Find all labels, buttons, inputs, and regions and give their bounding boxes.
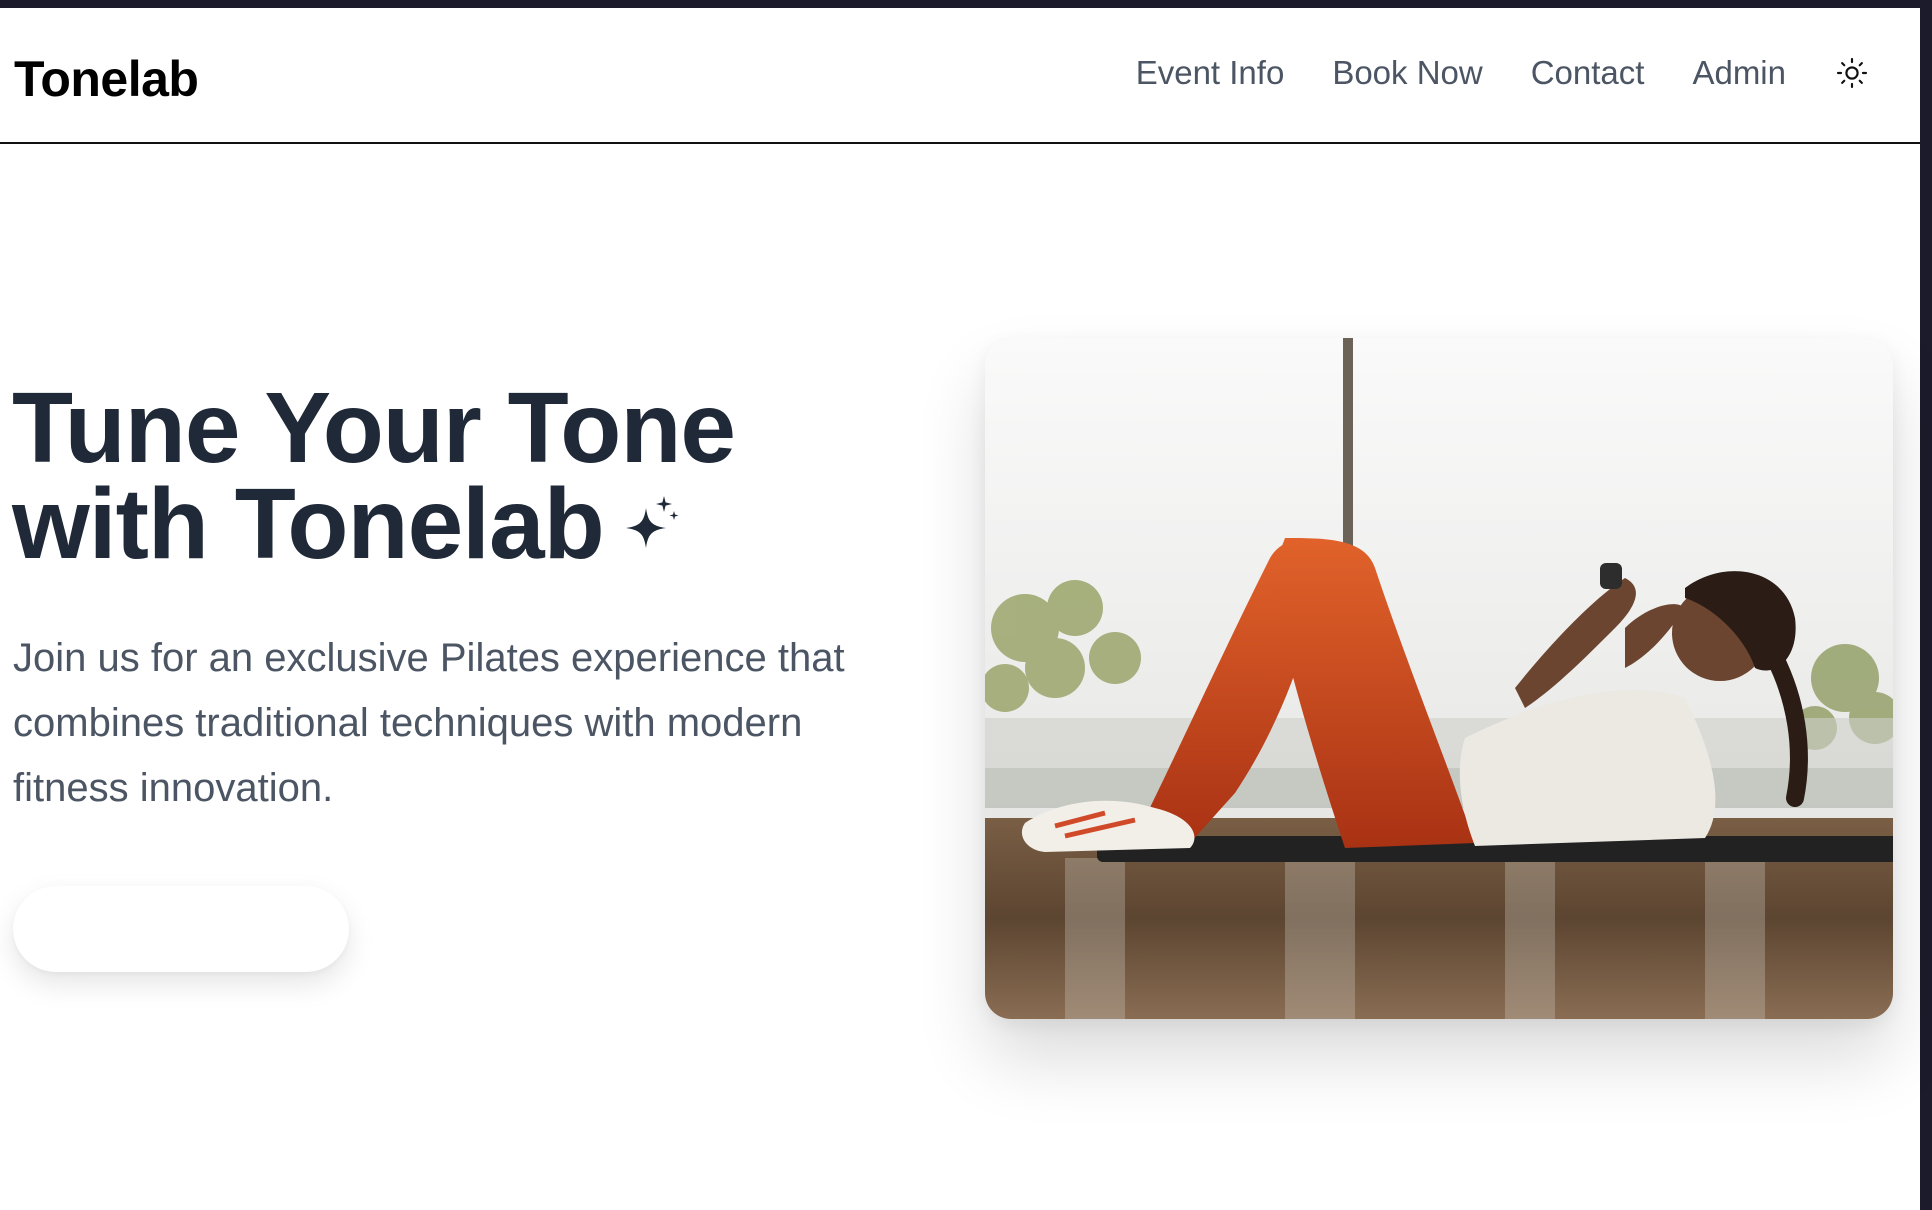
nav-contact[interactable]: Contact [1531,54,1645,92]
hero-title-line-1: Tune Your Tone [12,372,736,484]
theme-toggle-button[interactable] [1834,55,1870,91]
sun-icon [1836,57,1868,89]
hero-cta-button[interactable] [13,886,349,972]
hero-title-line-2: with Tonelab [12,474,912,574]
window-right-border [1920,0,1932,1210]
hero-title-line-2-text: with Tonelab [12,468,605,580]
hero-title: Tune Your Tone with Tonelab [12,372,912,574]
site-header: Tonelab Event Info Book Now Contact Admi… [0,8,1920,144]
nav-book-now[interactable]: Book Now [1332,54,1482,92]
nav-admin[interactable]: Admin [1692,54,1786,92]
nav-event-info[interactable]: Event Info [1136,54,1285,92]
main-nav: Event Info Book Now Contact Admin [1088,54,1870,92]
hero-image [985,338,1893,1019]
brand-logo[interactable]: Tonelab [14,50,199,108]
sparkles-icon [625,495,679,548]
hero-subtitle: Join us for an exclusive Pilates experie… [13,636,845,810]
window-top-border [0,0,1932,8]
woman-doing-crunches-photo [985,338,1893,1019]
